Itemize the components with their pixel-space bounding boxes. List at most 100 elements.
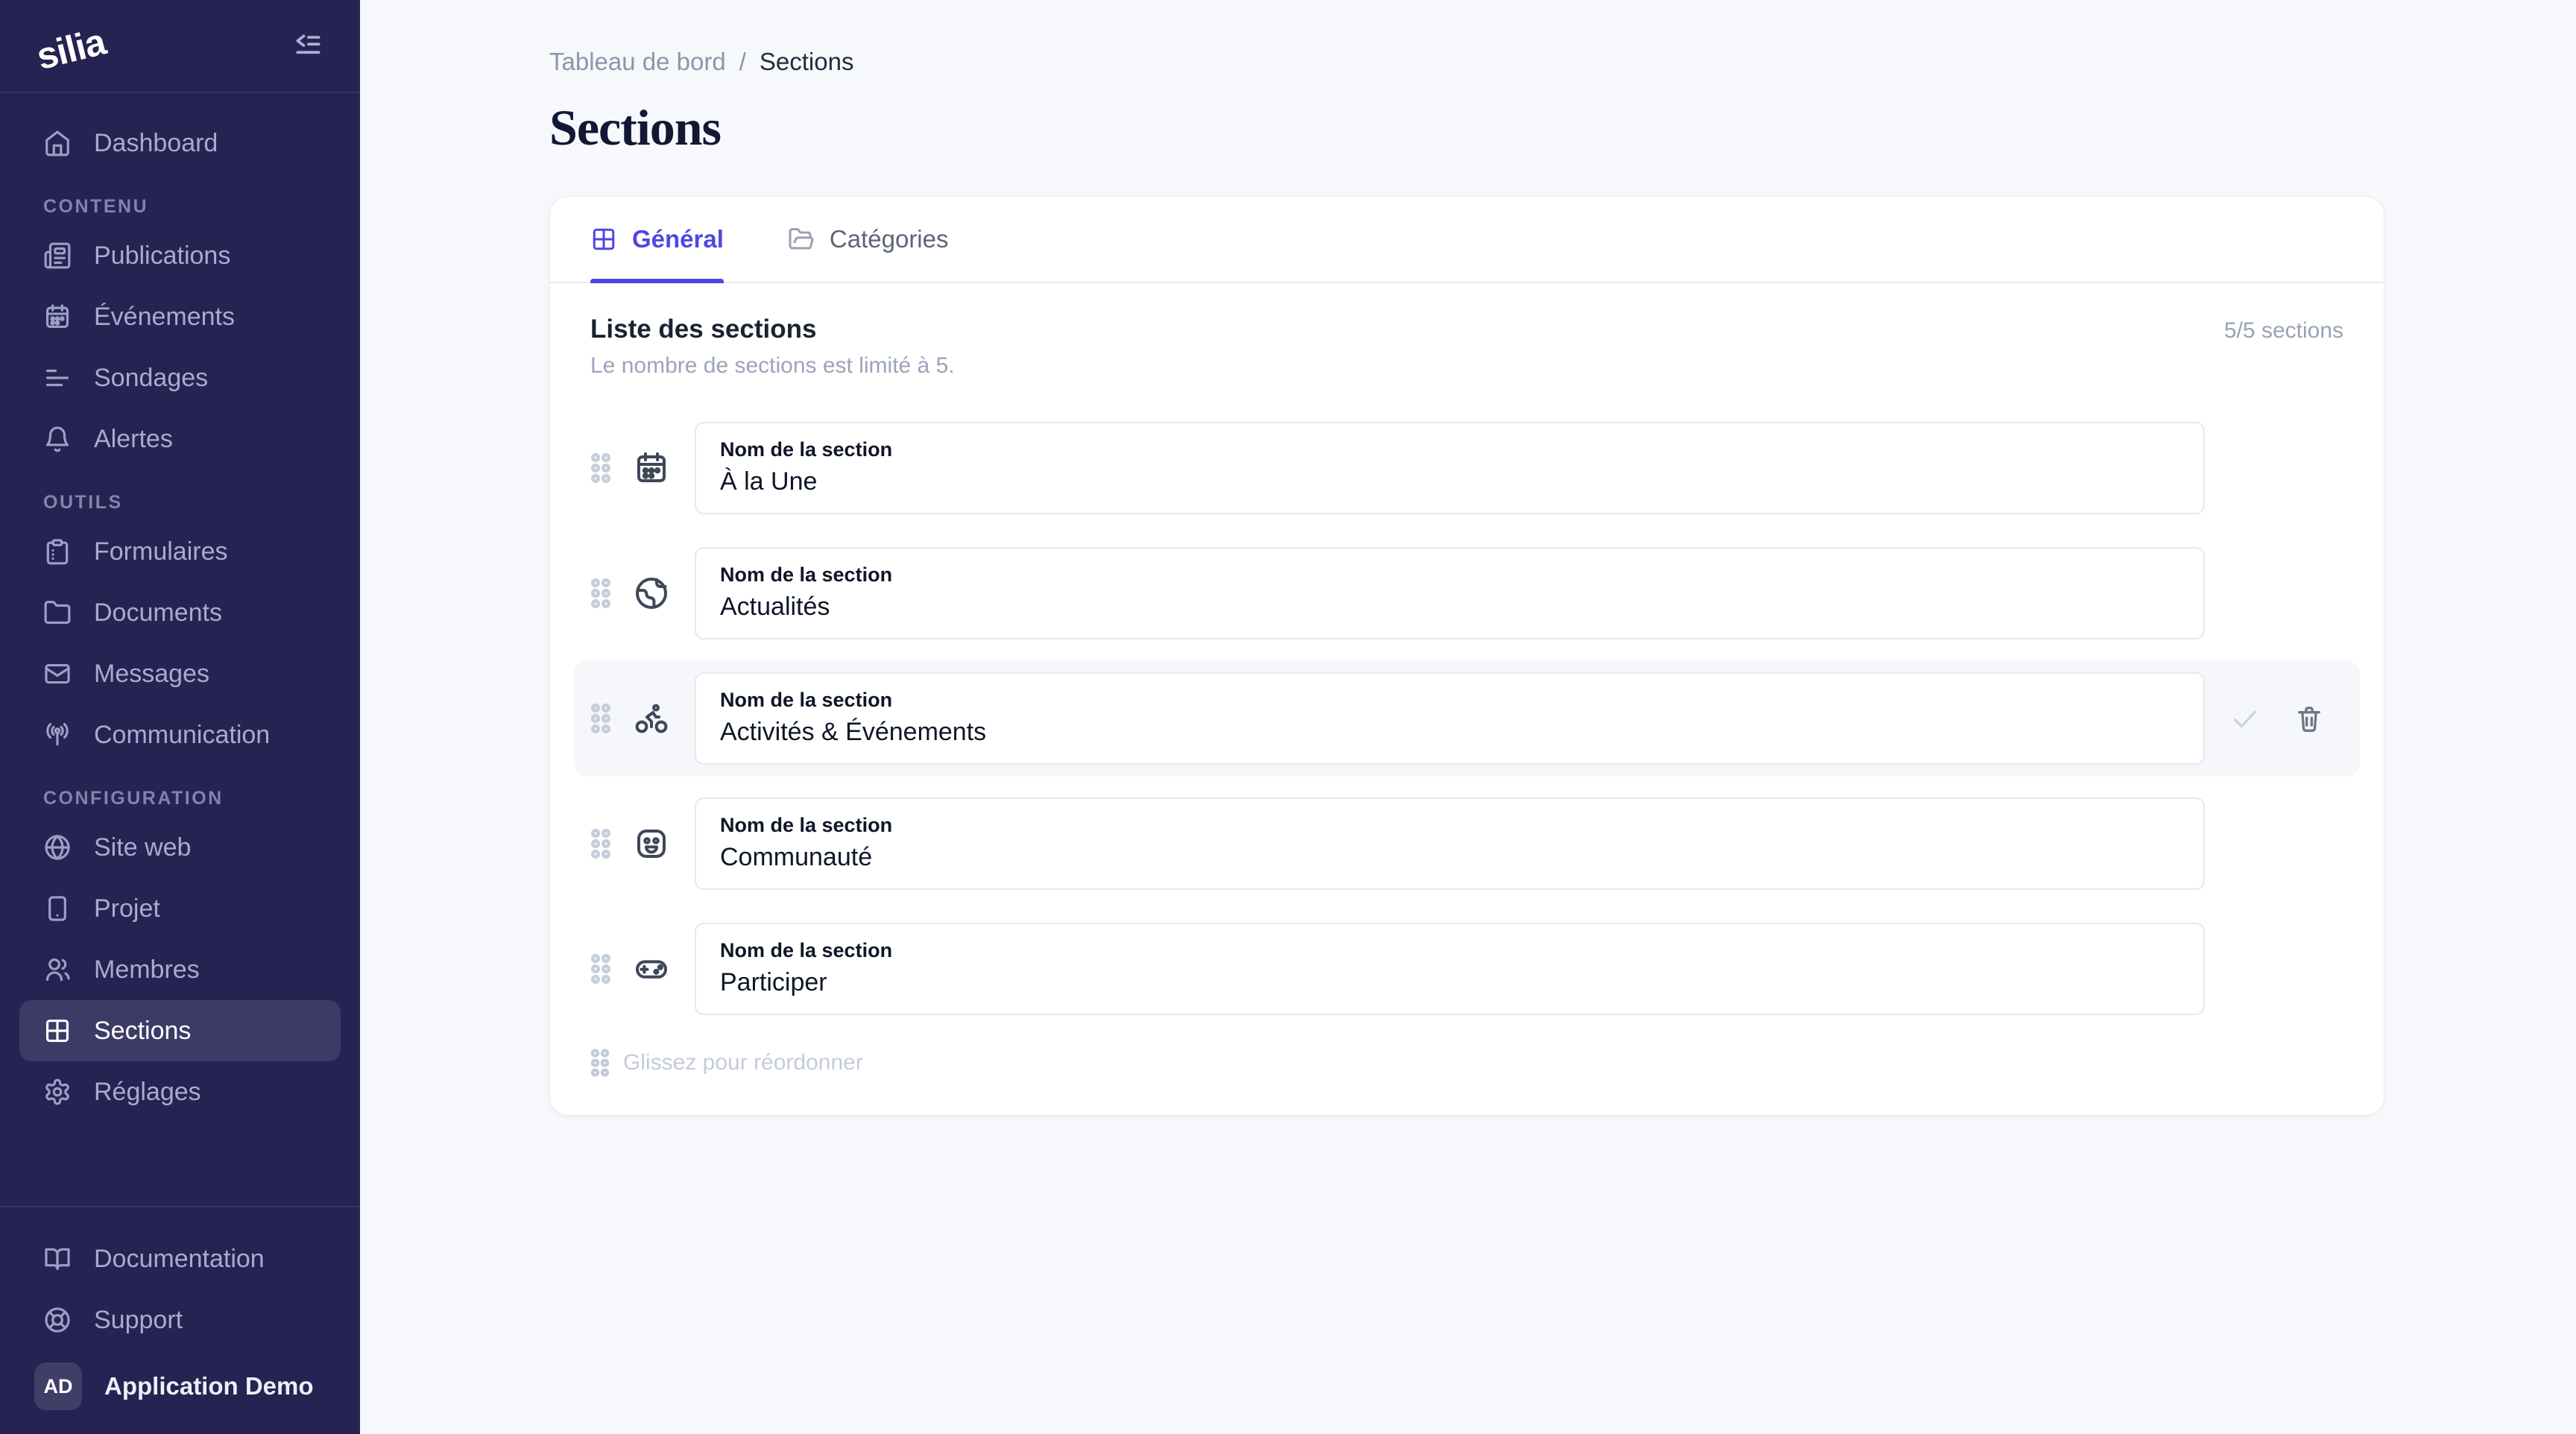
sidebar-item-support[interactable]: Support: [19, 1289, 341, 1351]
sidebar-item-dashboard[interactable]: Dashboard: [19, 113, 341, 174]
section-name-input[interactable]: [720, 843, 2179, 872]
sidebar-item-publications[interactable]: Publications: [19, 225, 341, 286]
section-row: Nom de la section: [574, 535, 2360, 651]
sidebar-item-projet[interactable]: Projet: [19, 878, 341, 939]
sidebar-item-messages[interactable]: Messages: [19, 643, 341, 704]
sidebar-footer: Documentation Support AD Application Dem…: [0, 1206, 360, 1434]
sidebar-item-label: Documentation: [94, 1245, 265, 1274]
section-row: Nom de la section: [574, 410, 2360, 526]
sections-list: Nom de la section Nom de la section: [590, 410, 2343, 1027]
sidebar-item-label: Dashboard: [94, 129, 218, 158]
sidebar-item-membres[interactable]: Membres: [19, 939, 341, 1000]
list-icon: [43, 364, 72, 392]
delete-button[interactable]: [2294, 704, 2324, 733]
drag-handle-icon[interactable]: [590, 702, 613, 735]
sidebar-nav: Dashboard CONTENU Publications Événement…: [0, 93, 360, 1206]
trash-icon: [2294, 704, 2324, 733]
field-label: Nom de la section: [720, 939, 2179, 962]
breadcrumb: Tableau de bord / Sections: [549, 48, 2384, 76]
sidebar-item-label: Documents: [94, 598, 222, 628]
grid-icon: [43, 1017, 72, 1045]
section-row: Nom de la section: [574, 911, 2360, 1027]
section-name-field[interactable]: Nom de la section: [695, 672, 2205, 765]
drag-handle-icon[interactable]: [590, 827, 613, 860]
section-name-input[interactable]: [720, 718, 2179, 747]
folder-icon: [43, 598, 72, 627]
sidebar-item-documentation[interactable]: Documentation: [19, 1228, 341, 1289]
calendar-icon: [634, 450, 669, 486]
sidebar-group-configuration: CONFIGURATION: [43, 788, 317, 809]
folder-open-icon: [788, 226, 815, 253]
sidebar-item-sondages[interactable]: Sondages: [19, 347, 341, 408]
gear-icon: [43, 1078, 72, 1106]
mail-icon: [43, 660, 72, 688]
page-title: Sections: [549, 98, 2384, 157]
sidebar-item-label: Projet: [94, 894, 160, 923]
grid-icon: [590, 226, 617, 253]
card-body: Liste des sections 5/5 sections Le nombr…: [550, 283, 2384, 1115]
antenna-icon: [43, 721, 72, 749]
sections-card: Général Catégories Liste des sections 5/…: [549, 196, 2384, 1116]
face-smile-icon: [634, 826, 669, 862]
field-label: Nom de la section: [720, 689, 2179, 712]
reorder-hint-label: Glissez pour réordonner: [623, 1050, 863, 1076]
sidebar-item-label: Alertes: [94, 425, 173, 454]
sidebar-item-evenements[interactable]: Événements: [19, 286, 341, 347]
home-icon: [43, 129, 72, 157]
collapse-sidebar-icon: [291, 30, 324, 63]
section-name-field[interactable]: Nom de la section: [695, 923, 2205, 1015]
sidebar-item-communication[interactable]: Communication: [19, 704, 341, 765]
list-header: Liste des sections 5/5 sections: [590, 315, 2343, 344]
tab-bar: Général Catégories: [550, 197, 2384, 283]
earth-icon: [634, 575, 669, 611]
section-name-field[interactable]: Nom de la section: [695, 797, 2205, 890]
sidebar-header: silia: [0, 0, 360, 93]
sidebar-collapse-button[interactable]: [287, 25, 329, 67]
sidebar-group-outils: OUTILS: [43, 492, 317, 514]
newspaper-icon: [43, 241, 72, 270]
sidebar-item-sections[interactable]: Sections: [19, 1000, 341, 1061]
tab-categories[interactable]: Catégories: [788, 197, 949, 282]
check-icon: [2229, 703, 2260, 734]
sidebar-item-label: Événements: [94, 303, 235, 332]
sidebar-group-contenu: CONTENU: [43, 196, 317, 218]
app-logo: silia: [32, 19, 110, 78]
sidebar-item-site-web[interactable]: Site web: [19, 817, 341, 878]
section-name-input[interactable]: [720, 968, 2179, 997]
sidebar: silia Dashboard CONTENU Publications Évé…: [0, 0, 360, 1434]
smartphone-icon: [43, 894, 72, 923]
confirm-button[interactable]: [2229, 703, 2260, 734]
tab-general[interactable]: Général: [590, 197, 724, 282]
drag-handle-icon[interactable]: [590, 452, 613, 484]
app-root: silia Dashboard CONTENU Publications Évé…: [0, 0, 2576, 1434]
sidebar-item-label: Sections: [94, 1017, 191, 1046]
sidebar-item-label: Réglages: [94, 1078, 201, 1107]
section-name-field[interactable]: Nom de la section: [695, 422, 2205, 514]
sidebar-item-formulaires[interactable]: Formulaires: [19, 521, 341, 582]
sidebar-item-label: Messages: [94, 660, 209, 689]
sidebar-item-label: Formulaires: [94, 537, 227, 566]
sidebar-item-documents[interactable]: Documents: [19, 582, 341, 643]
breadcrumb-parent-link[interactable]: Tableau de bord: [549, 48, 726, 76]
clipboard-icon: [43, 537, 72, 566]
section-name-input[interactable]: [720, 467, 2179, 496]
sidebar-item-label: Sondages: [94, 364, 208, 393]
section-name-input[interactable]: [720, 593, 2179, 622]
tab-label: Général: [632, 225, 724, 253]
sidebar-item-alertes[interactable]: Alertes: [19, 408, 341, 470]
bike-icon: [634, 701, 669, 736]
gamepad-icon: [634, 951, 669, 987]
calendar-icon: [43, 303, 72, 331]
breadcrumb-current: Sections: [760, 48, 854, 76]
drag-handle-icon[interactable]: [590, 953, 613, 985]
user-menu[interactable]: AD Application Demo: [19, 1351, 341, 1415]
list-subtitle: Le nombre de sections est limité à 5.: [590, 353, 2343, 379]
field-label: Nom de la section: [720, 814, 2179, 837]
tab-label: Catégories: [830, 225, 949, 253]
avatar: AD: [34, 1362, 82, 1410]
section-row: Nom de la section: [574, 786, 2360, 902]
sidebar-item-reglages[interactable]: Réglages: [19, 1061, 341, 1122]
list-title: Liste des sections: [590, 315, 816, 344]
drag-handle-icon[interactable]: [590, 577, 613, 610]
section-name-field[interactable]: Nom de la section: [695, 547, 2205, 639]
